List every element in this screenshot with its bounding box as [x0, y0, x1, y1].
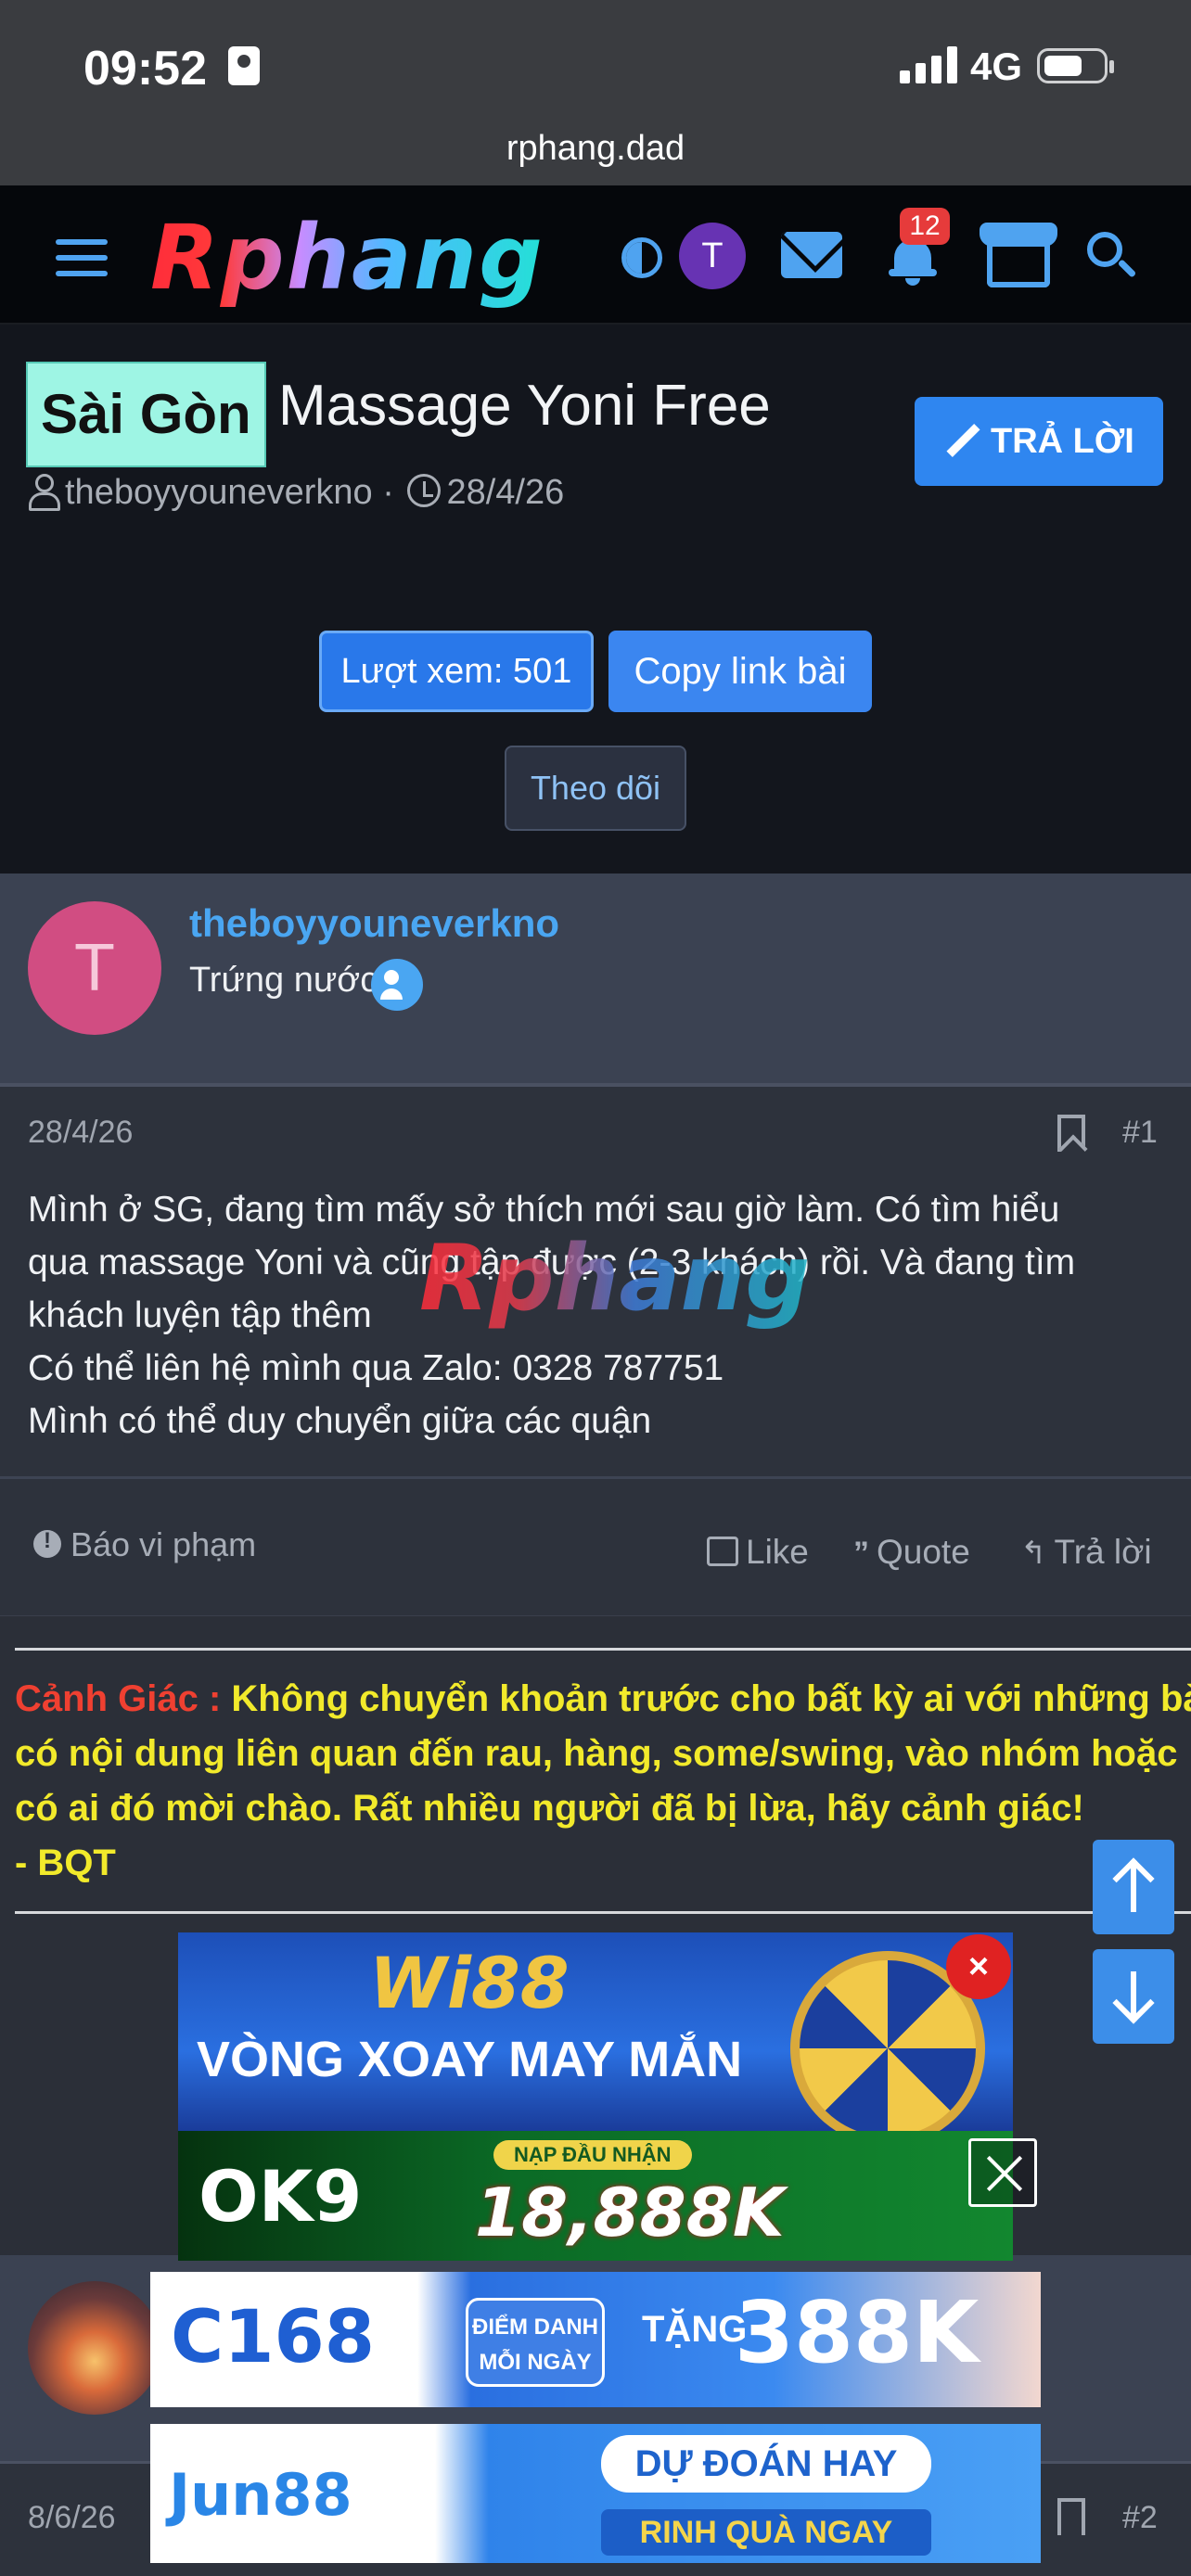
bookmark-icon[interactable] — [1057, 1115, 1085, 1152]
reply-arrow-icon: ↰ — [1020, 1536, 1047, 1571]
close-icon[interactable] — [968, 2138, 1037, 2207]
reply-button[interactable]: TRẢ LỜI — [915, 397, 1163, 486]
warning-line: Không chuyển khoản trước cho bất kỳ ai v… — [231, 1678, 1191, 1719]
status-time: 09:52 — [83, 42, 207, 96]
post-body: 28/4/26 #1 Mình ở SG, đang tìm mấy sở th… — [0, 1087, 1191, 1476]
ad-close-button[interactable]: × — [946, 1934, 1011, 1999]
clock-icon — [407, 474, 442, 507]
post-username[interactable]: theboyyouneverkno — [189, 901, 559, 946]
reply-button-label: TRẢ LỜI — [991, 422, 1134, 461]
user-avatar[interactable]: T — [679, 223, 746, 289]
post-date[interactable]: 28/4/26 — [28, 1115, 133, 1151]
warning-line: có nội dung liên quan đến rau, hàng, som… — [15, 1733, 1178, 1774]
search-icon[interactable] — [1087, 232, 1137, 284]
quote-button[interactable]: ” Quote — [853, 1533, 970, 1572]
ad-banner-ok9[interactable]: OK9 NẠP ĐẦU NHẬN 18,888K — [178, 2131, 1013, 2261]
follow-button[interactable]: Theo dõi — [505, 746, 686, 831]
thread-title: Massage Yoni Free — [278, 374, 771, 438]
like-label: Like — [746, 1533, 809, 1571]
ad-text: TẶNG — [642, 2309, 748, 2350]
ad-brand: OK9 — [198, 2155, 363, 2238]
like-button[interactable]: Like — [707, 1533, 809, 1572]
thread-author[interactable]: theboyyouneverkno — [65, 473, 373, 512]
thread-header: Sài Gòn Massage Yoni Free theboyyounever… — [0, 325, 1191, 874]
ad-brand: C168 — [171, 2296, 376, 2379]
theme-toggle-icon[interactable] — [621, 237, 662, 278]
notification-badge: 12 — [900, 208, 950, 245]
thread-prefix[interactable]: Sài Gòn — [26, 362, 266, 467]
site-watermark: Rphang — [419, 1226, 811, 1332]
quote-icon: ” — [853, 1536, 869, 1571]
mail-icon[interactable] — [781, 232, 842, 278]
user-icon — [28, 474, 60, 511]
status-bar: 09:52 4G — [0, 0, 1191, 130]
user-rank: Trứng nước — [189, 961, 378, 1000]
scroll-to-bottom-button[interactable] — [1093, 1949, 1174, 2044]
ad-text: RINH QUÀ NGAY — [601, 2509, 931, 2556]
battery-icon — [1037, 48, 1114, 83]
ad-brand: Wi88 — [369, 1942, 570, 2024]
site-logo[interactable]: Rphang — [150, 206, 544, 310]
store-icon[interactable] — [980, 223, 1057, 287]
address-bar[interactable]: rphang.dad — [0, 130, 1191, 185]
ad-amount: 18,888K — [475, 2174, 785, 2251]
post-actions: Báo vi phạm Like ”Quote ↰Trả lời — [0, 1476, 1191, 1615]
thread-date[interactable]: 28/4/26 — [446, 473, 564, 512]
ad-banner-jun88[interactable]: Jun88 DỰ ĐOÁN HAY RINH QUÀ NGAY — [150, 2424, 1041, 2563]
quote-label: Quote — [877, 1533, 970, 1571]
signal-icon — [900, 46, 957, 83]
scroll-to-top-button[interactable] — [1093, 1840, 1174, 1934]
ad-text: VÒNG XOAY MAY MẮN — [197, 2032, 743, 2087]
ad-brand: Jun88 — [169, 2461, 352, 2529]
warning-icon — [33, 1528, 61, 1558]
ad-text: DỰ ĐOÁN HAY — [601, 2435, 931, 2493]
post-number[interactable]: #2 — [1122, 2500, 1158, 2536]
warning-notice: Cảnh Giác : Không chuyển khoản trước cho… — [0, 1615, 1191, 1931]
views-button[interactable]: Lượt xem: 501 — [319, 631, 594, 712]
post-date[interactable]: 8/6/26 — [28, 2500, 116, 2536]
divider — [15, 1911, 1191, 1914]
avatar[interactable]: T — [28, 901, 161, 1035]
post-user-info: T theboyyouneverkno Trứng nước — [0, 874, 1191, 1083]
post-reply-button[interactable]: ↰ Trả lời — [1020, 1533, 1152, 1572]
post-number[interactable]: #1 — [1122, 1115, 1158, 1151]
warning-text: Cảnh Giác : Không chuyển khoản trước cho… — [15, 1672, 1191, 1891]
ad-banner-wi88[interactable]: Wi88 VÒNG XOAY MAY MẮN — [178, 1932, 1013, 2131]
copy-link-button[interactable]: Copy link bài — [608, 631, 872, 712]
ad-text: ĐIỂM DANH MỖI NGÀY — [466, 2298, 605, 2387]
url-text: rphang.dad — [506, 129, 685, 168]
thread-meta: theboyyouneverkno · 28/4/26 — [28, 473, 564, 513]
ad-banner-c168[interactable]: C168 ĐIỂM DANH MỖI NGÀY TẶNG 388K — [150, 2272, 1041, 2407]
bookmark-icon[interactable] — [1057, 2498, 1085, 2535]
site-header: Rphang T — [0, 185, 1191, 325]
menu-icon[interactable] — [56, 239, 108, 276]
divider — [15, 1648, 1191, 1651]
ad-amount: 388K — [735, 2283, 980, 2382]
id-card-icon — [228, 46, 260, 85]
post-line: Có thể liên hệ mình qua Zalo: 0328 78775… — [28, 1348, 724, 1388]
warning-signature: - BQT — [15, 1843, 116, 1883]
report-link[interactable]: Báo vi phạm — [33, 1525, 256, 1564]
post-line: Mình có thể duy chuyển giữa các quận — [28, 1401, 652, 1441]
post-reply-label: Trả lời — [1054, 1533, 1152, 1571]
pencil-icon — [946, 425, 980, 458]
thumbs-up-icon — [707, 1537, 738, 1566]
network-type: 4G — [970, 45, 1023, 88]
ad-text: NẠP ĐẦU NHẬN — [493, 2140, 692, 2170]
warning-line: có ai đó mời chào. Rất nhiều người đã bị… — [15, 1788, 1084, 1829]
user-rank-icon — [371, 959, 423, 1011]
avatar[interactable] — [28, 2281, 161, 2415]
report-label: Báo vi phạm — [70, 1525, 257, 1563]
warning-label: Cảnh Giác : — [15, 1678, 222, 1719]
